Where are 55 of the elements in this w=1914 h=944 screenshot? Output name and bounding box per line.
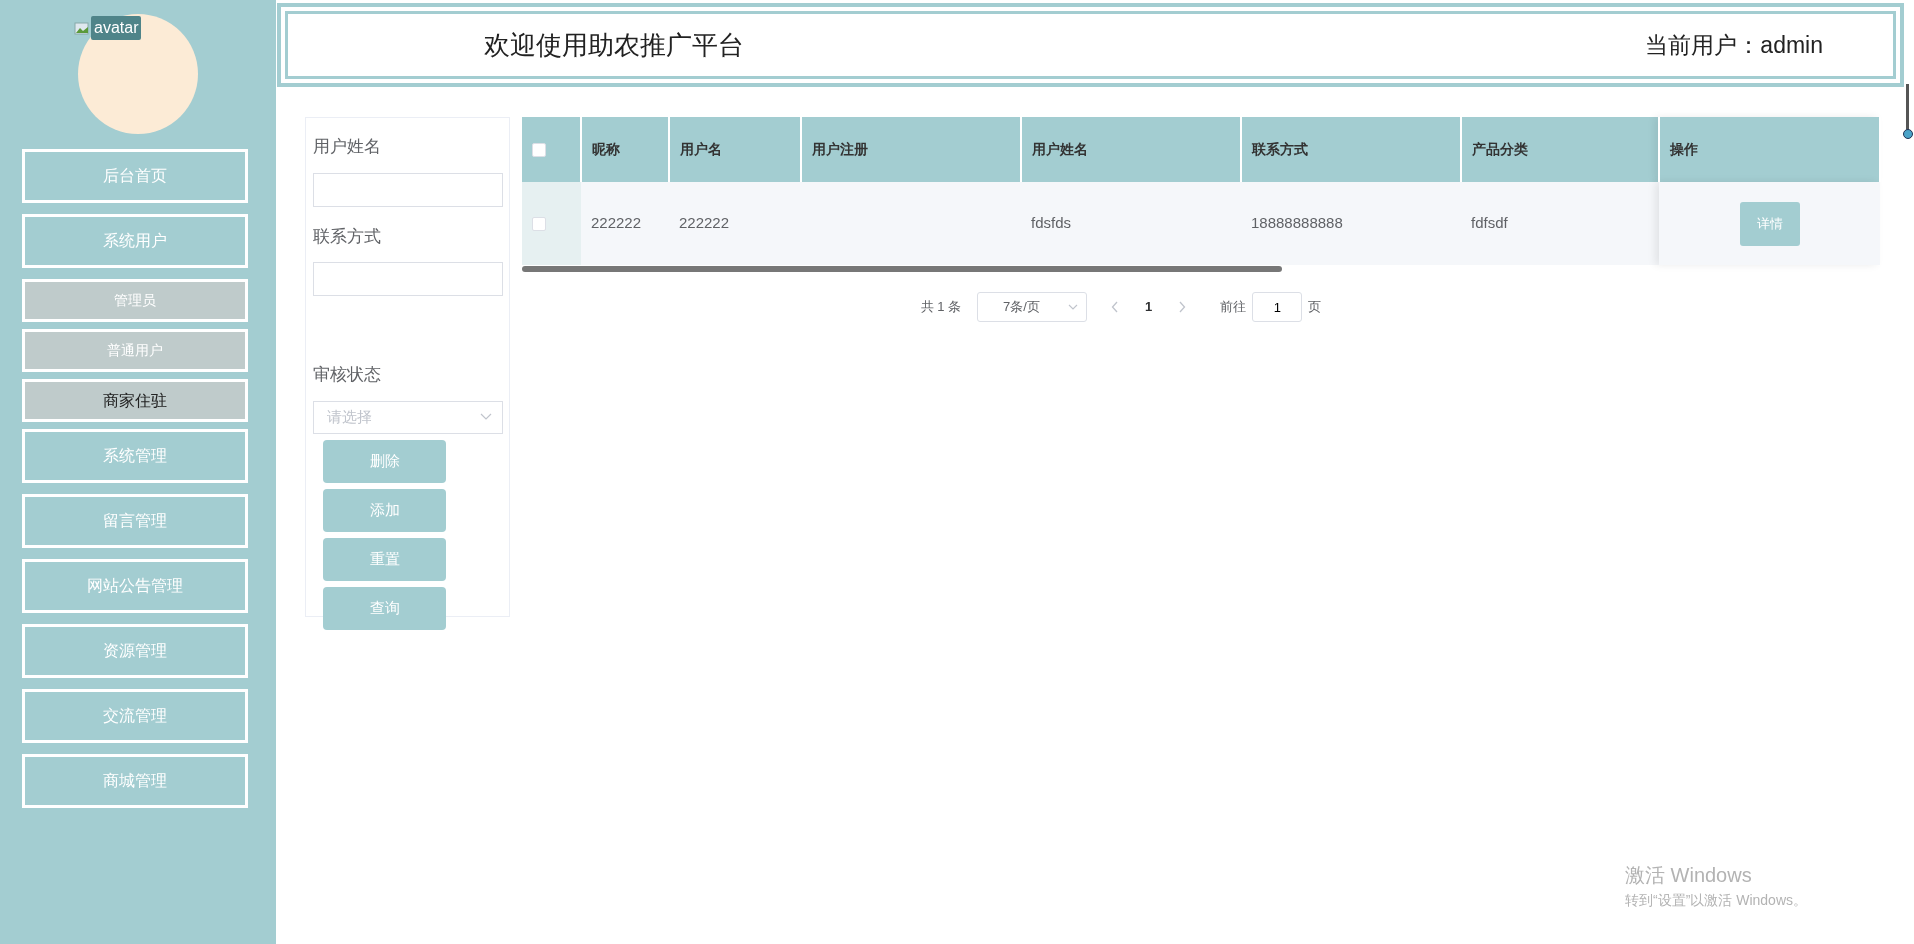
sidebar-item[interactable]: 资源管理 (22, 624, 248, 678)
sidebar-item[interactable]: 后台首页 (22, 149, 248, 203)
field-label: 用户姓名 (313, 136, 382, 158)
scrollbar[interactable] (1902, 84, 1914, 140)
table-cell: 222222 (591, 214, 642, 232)
column-header: 用户名 (680, 141, 722, 157)
field-label: 联系方式 (313, 225, 382, 248)
submenu-item[interactable]: 商家住驻 (22, 379, 248, 422)
field-label: 审核状态 (313, 364, 382, 386)
sidebar-item[interactable]: 系统管理 (22, 429, 248, 483)
sidebar-item[interactable]: 留言管理 (22, 494, 248, 548)
checkbox[interactable] (532, 217, 546, 232)
total-count: 共 1 条 (920, 298, 962, 317)
sidebar-item[interactable]: 系统用户 (22, 214, 248, 268)
sidebar-item[interactable]: 商城管理 (22, 754, 248, 808)
broken-image-icon (74, 20, 90, 36)
submenu-item[interactable]: 管理员 (22, 279, 248, 322)
column-header: 用户姓名 (1032, 141, 1088, 157)
chevron-down-icon (480, 413, 492, 421)
input-field[interactable] (313, 262, 503, 296)
goto-label: 前往 (1220, 298, 1247, 317)
current-user: 当前用户：admin (1645, 30, 1823, 60)
page-size-select[interactable]: 7条/页 (977, 292, 1088, 322)
checkbox[interactable] (532, 143, 546, 158)
page-suffix: 页 (1308, 298, 1322, 317)
column-header: 操作 (1670, 141, 1698, 157)
avatar-alt-text: avatar (91, 16, 142, 40)
input-field[interactable] (313, 172, 503, 207)
activation-title: 激活 Windows (1625, 863, 1753, 888)
page-input[interactable]: 1 (1252, 292, 1303, 322)
column-header: 昵称 (592, 141, 620, 157)
filter-button[interactable]: 添加 (323, 488, 446, 532)
table-cell: 18888888888 (1251, 214, 1343, 232)
page-number[interactable]: 1 (1145, 297, 1153, 317)
scrollbar-thumb[interactable] (522, 266, 1282, 272)
sidebar-item[interactable]: 交流管理 (22, 689, 248, 743)
sidebar-item[interactable]: 网站公告管理 (22, 559, 248, 613)
previous-page-icon[interactable] (1111, 301, 1120, 313)
select-placeholder: 请选择 (327, 406, 372, 427)
column-header: 用户注册 (812, 141, 868, 157)
submenu-item[interactable]: 普通用户 (22, 329, 248, 372)
page-title: 欢迎使用助农推广平台 (484, 28, 744, 62)
select-field[interactable]: 请选择 (313, 400, 503, 434)
table-cell: 222222 (679, 214, 730, 232)
filter-button[interactable]: 重置 (323, 537, 446, 581)
table-cell: fdfsdf (1471, 214, 1508, 232)
activation-hint: 转到“设置”以激活 Windows。 (1625, 891, 1807, 910)
filter-button[interactable]: 查询 (323, 586, 446, 630)
details-button[interactable]: 详情 (1739, 201, 1800, 246)
filter-button[interactable]: 删除 (323, 439, 446, 483)
column-header: 产品分类 (1472, 141, 1528, 157)
chevron-down-icon (1068, 304, 1079, 310)
column-header: 联系方式 (1252, 141, 1308, 157)
next-page-icon[interactable] (1178, 301, 1187, 313)
table-cell: fdsfds (1031, 214, 1072, 232)
